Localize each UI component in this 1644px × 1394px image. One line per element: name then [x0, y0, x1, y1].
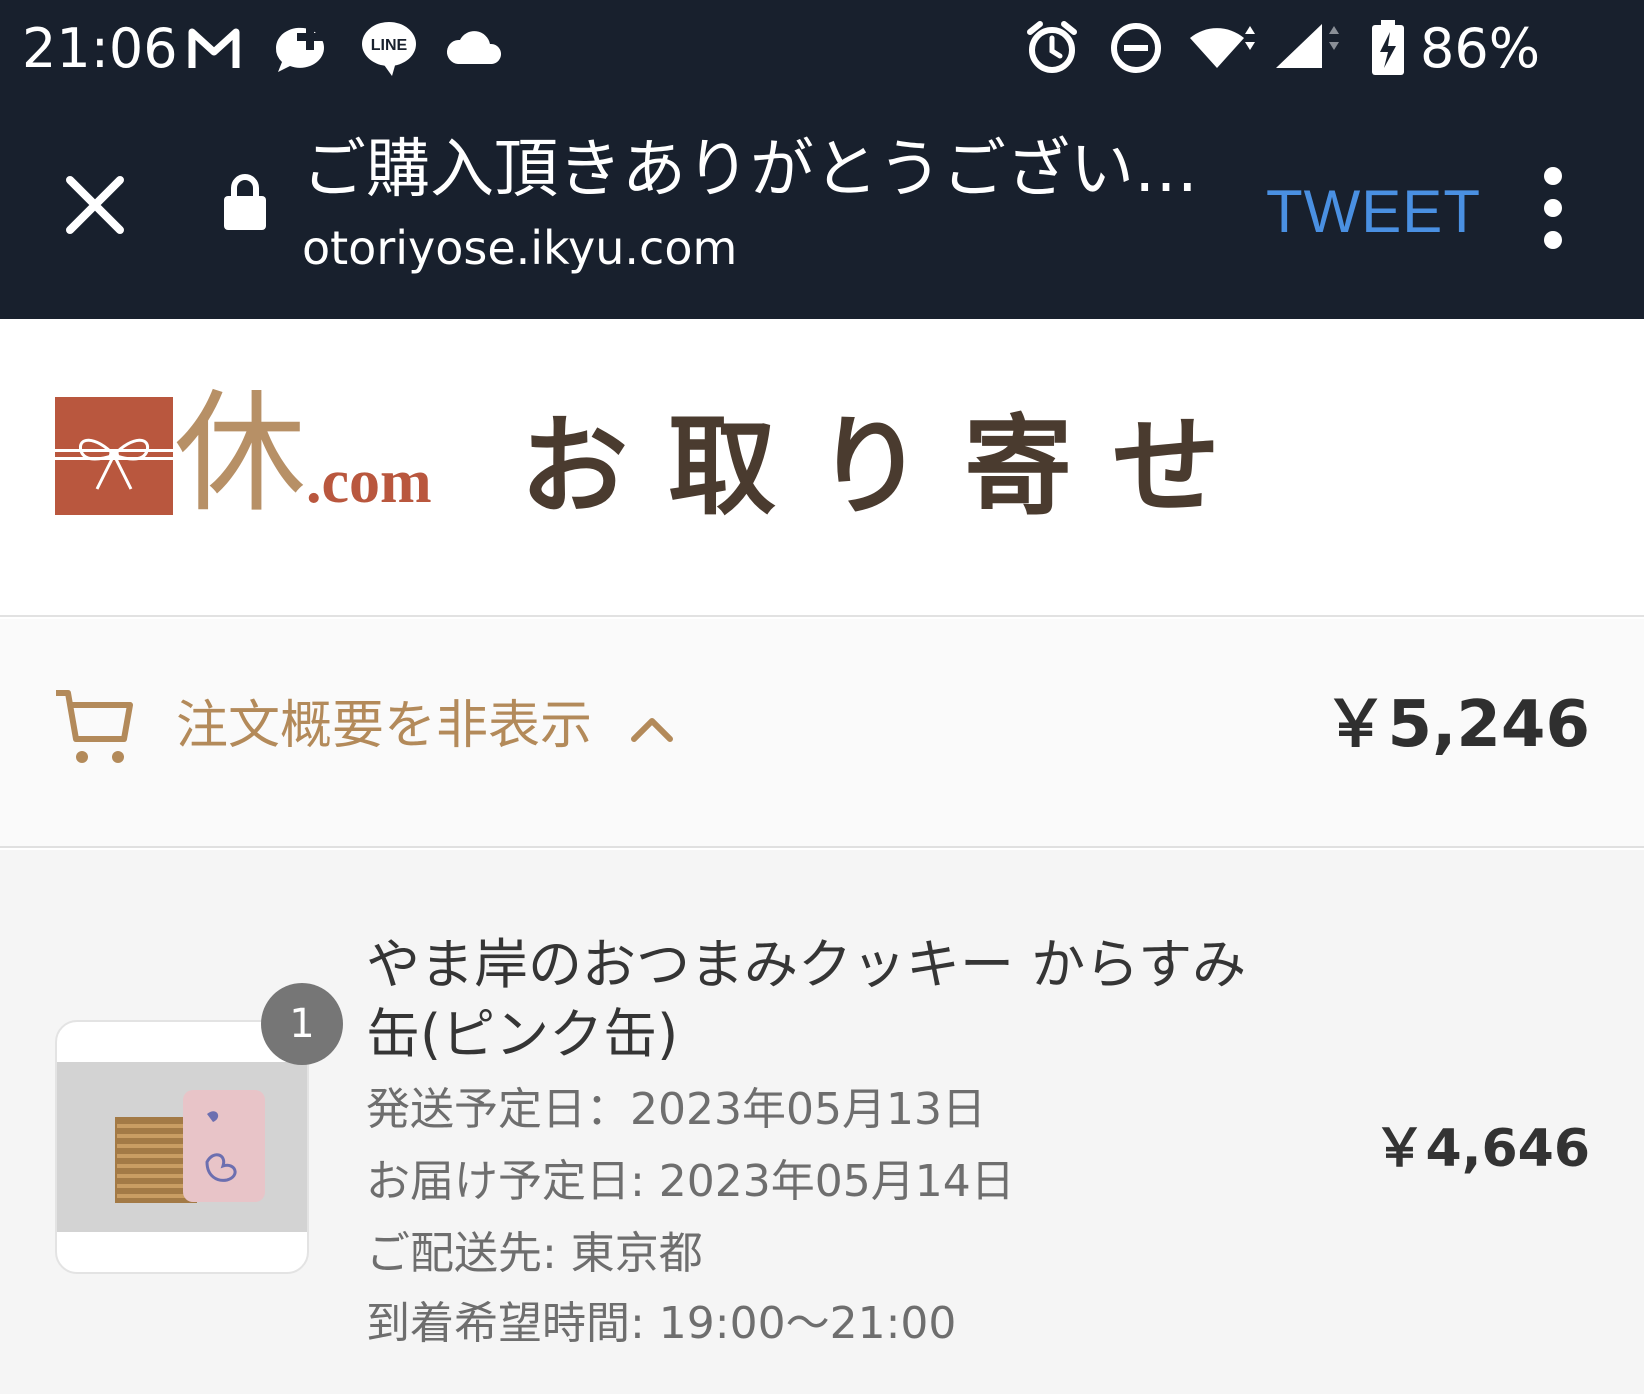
chevron-up-icon	[631, 718, 673, 742]
alarm-icon	[1027, 21, 1077, 73]
site-header: 休 .com お取り寄せ	[0, 319, 1644, 617]
site-name: お取り寄せ	[520, 405, 1261, 530]
signal-icon	[1276, 24, 1339, 68]
status-time: 21:06	[22, 17, 178, 80]
gmail-icon	[188, 28, 240, 68]
cart-icon	[56, 690, 133, 763]
battery-charging-icon	[1372, 20, 1404, 75]
cloud-icon	[446, 31, 502, 64]
line-icon: LINE	[362, 22, 416, 76]
status-bar: 21:06 LINE 86%	[0, 0, 1644, 100]
logo-domain-suffix: .com	[306, 448, 432, 516]
item-price: ￥4,646	[1373, 1119, 1590, 1179]
quantity-badge: 1	[261, 983, 343, 1065]
more-options-icon[interactable]	[1530, 160, 1576, 256]
page-url: otoriyose.ikyu.com	[302, 221, 738, 275]
svg-text:LINE: LINE	[371, 37, 408, 54]
close-icon[interactable]	[60, 170, 130, 240]
ship-date: 発送予定日：2023年05月13日	[366, 1084, 986, 1135]
shipping-destination: ご配送先: 東京都	[366, 1228, 703, 1279]
order-summary-toggle[interactable]: 注文概要を非表示 ￥5,246	[0, 619, 1644, 848]
do-not-disturb-icon	[1111, 23, 1161, 73]
wifi-icon	[1190, 26, 1255, 68]
product-name: やま岸のおつまみクッキー からすみ缶(ピンク缶)	[366, 933, 1247, 1066]
chat-plus-icon	[275, 24, 324, 72]
logo-ribbon-icon[interactable]	[55, 397, 173, 515]
product-thumbnail	[55, 1020, 309, 1274]
custom-tab-toolbar: ご購入頂きありがとうござい… otoriyose.ikyu.com TWEET	[0, 100, 1644, 319]
tweet-button[interactable]: TWEET	[1266, 172, 1481, 252]
delivery-date: お届け予定日: 2023年05月14日	[366, 1156, 1015, 1207]
battery-percentage: 86%	[1420, 17, 1541, 80]
order-total: ￥5,246	[1323, 688, 1590, 762]
order-items: 1 やま岸のおつまみクッキー からすみ缶(ピンク缶) 発送予定日：2023年05…	[0, 850, 1644, 1394]
order-summary-label: 注文概要を非表示	[176, 696, 593, 756]
lock-icon	[224, 174, 266, 230]
delivery-time-window: 到着希望時間: 19:00～21:00	[366, 1298, 957, 1349]
page-title: ご購入頂きありがとうござい…	[302, 133, 1198, 207]
logo-kanji: 休	[174, 377, 306, 531]
